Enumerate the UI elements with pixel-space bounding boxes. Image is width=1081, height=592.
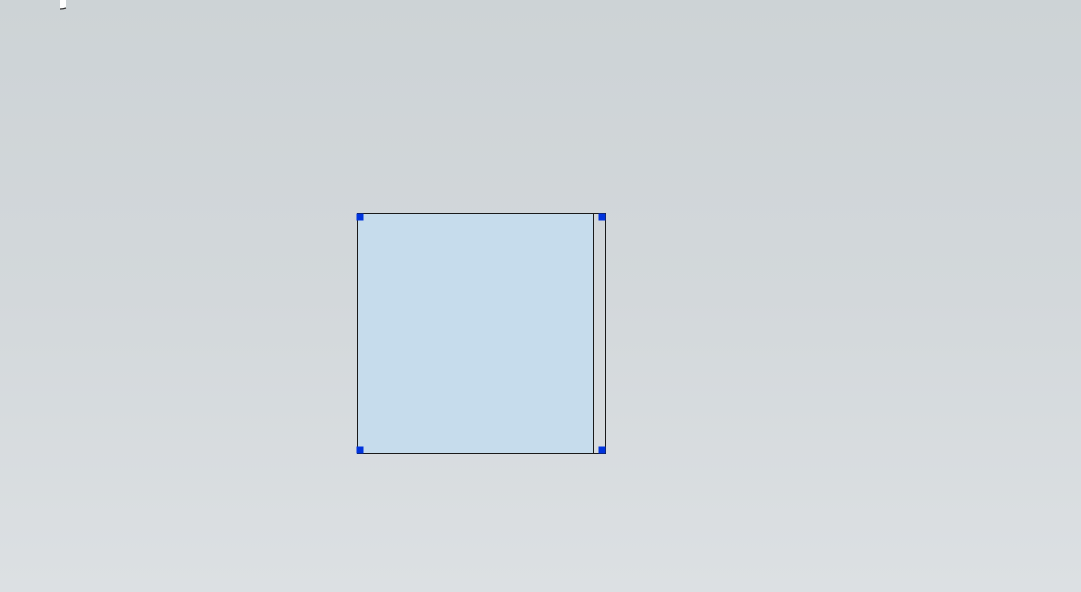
sketch-vertex-bottom-left[interactable] bbox=[357, 447, 364, 454]
sketch-vertex-top-left[interactable] bbox=[357, 214, 364, 221]
sketch-vertex-top-right[interactable] bbox=[599, 214, 606, 221]
sketch-rectangle-outline[interactable] bbox=[357, 213, 606, 454]
sketch-vertex-bottom-right[interactable] bbox=[599, 447, 606, 454]
rotate-cursor-icon bbox=[60, 0, 92, 12]
